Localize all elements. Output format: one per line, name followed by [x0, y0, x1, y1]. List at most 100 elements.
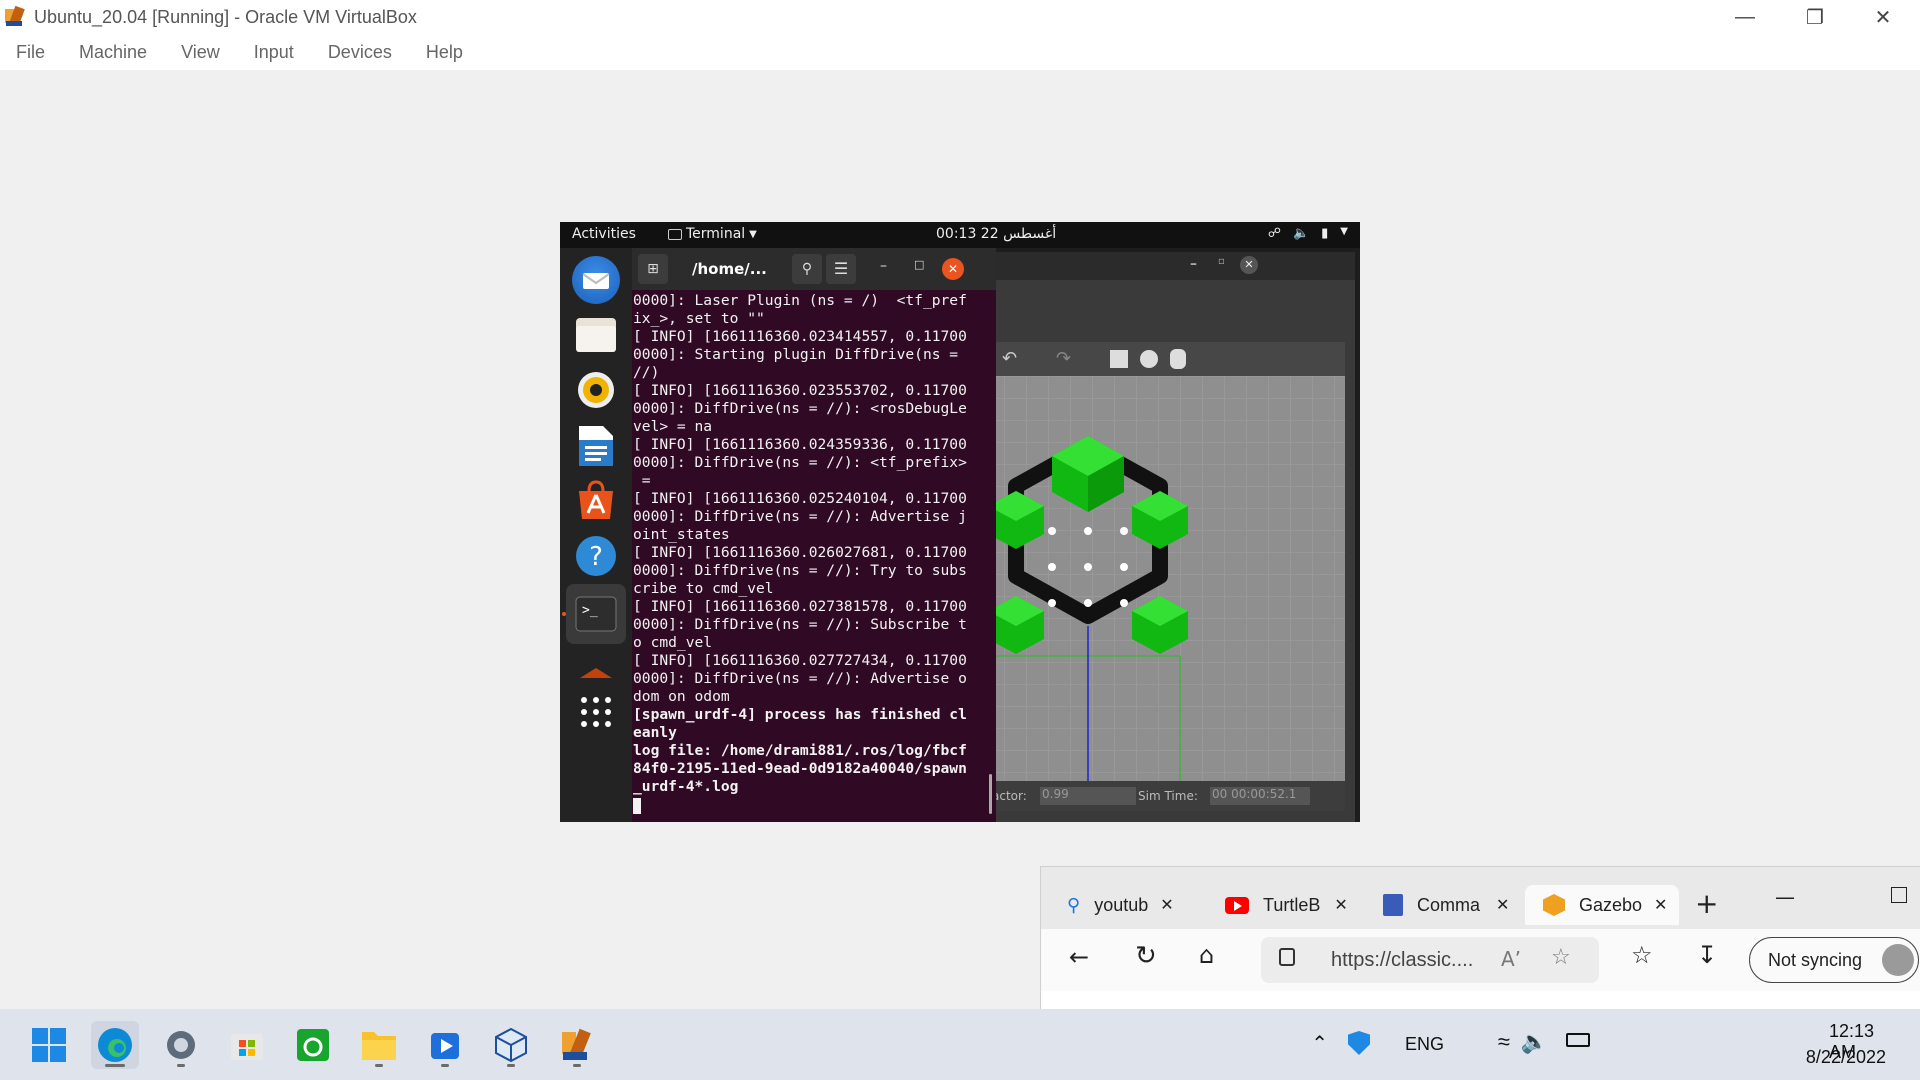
thunderbird-icon[interactable]: [572, 256, 620, 304]
read-aloud-icon[interactable]: A’: [1501, 947, 1521, 971]
tab-gazebo[interactable]: Gazebo ✕: [1525, 885, 1679, 925]
terminal-window[interactable]: ⊞ /home/... ⚲ ☰ – □ ✕ 0000]: Laser Plugi…: [632, 248, 996, 822]
media-player-icon[interactable]: [421, 1021, 469, 1069]
file-explorer-icon[interactable]: [355, 1021, 403, 1069]
terminal-line: [ INFO] [1661116360.025240104, 0.11700: [633, 490, 967, 507]
undo-icon[interactable]: ↶: [1002, 348, 1017, 369]
box-shape-icon[interactable]: [1110, 350, 1128, 368]
terminal-line: o cmd_vel: [633, 634, 713, 651]
gazebo-titlebar: ebo – ▫ ✕: [960, 252, 1355, 280]
menu-input[interactable]: Input: [254, 42, 294, 63]
close-tab-icon[interactable]: ✕: [1654, 895, 1667, 915]
edge-browser-window[interactable]: ⚲ youtub ✕ TurtleB ✕ Comma ✕ Gazebo ✕ + …: [1040, 866, 1920, 1011]
maximize-button[interactable]: □: [914, 258, 924, 271]
terminal-output[interactable]: 0000]: Laser Plugin (ns = /) <tf_pref ix_…: [632, 290, 984, 822]
libreoffice-writer-icon[interactable]: [572, 422, 620, 470]
menu-machine[interactable]: Machine: [79, 42, 147, 63]
vbox-titlebar: Ubuntu_20.04 [Running] - Oracle VM Virtu…: [0, 0, 1920, 34]
address-bar[interactable]: https://classic.... A’ ☆: [1261, 937, 1599, 983]
minimize-button[interactable]: –: [1190, 256, 1197, 272]
redo-icon[interactable]: ↷: [1056, 348, 1071, 369]
app-menu[interactable]: Terminal ▼: [668, 226, 757, 242]
clock-date[interactable]: 8/22/2022: [1806, 1047, 1886, 1068]
terminal-line: dom on odom: [633, 688, 730, 705]
minimize-button[interactable]: –: [880, 258, 887, 274]
url-text: https://classic....: [1331, 949, 1474, 971]
add-favorite-icon[interactable]: ☆: [1551, 945, 1571, 970]
close-tab-icon[interactable]: ✕: [1496, 895, 1509, 915]
back-button[interactable]: ←: [1069, 943, 1089, 971]
terminal-line: [ INFO] [1661116360.023414557, 0.11700: [633, 328, 967, 345]
minimize-button[interactable]: —: [1710, 0, 1780, 34]
close-tab-icon[interactable]: ✕: [1334, 895, 1347, 915]
youtube-icon: [1225, 896, 1249, 914]
show-applications-icon[interactable]: [572, 688, 620, 736]
sim-time-label: Sim Time:: [1138, 789, 1198, 803]
new-tab-button[interactable]: ⊞: [638, 254, 668, 284]
wifi-icon[interactable]: ≈: [1498, 1029, 1510, 1055]
close-button[interactable]: ✕: [942, 258, 964, 280]
edge-icon[interactable]: [91, 1021, 139, 1069]
settings-icon[interactable]: [157, 1021, 205, 1069]
rhythmbox-icon[interactable]: [572, 366, 620, 414]
sim-time-value: 00 00:00:52.1: [1210, 787, 1310, 805]
refresh-button[interactable]: ↻: [1135, 941, 1157, 971]
edge-page-content[interactable]: [1041, 991, 1920, 1011]
chevron-up-icon[interactable]: ⌃: [1311, 1031, 1328, 1056]
close-tab-icon[interactable]: ✕: [1160, 895, 1173, 915]
menu-devices[interactable]: Devices: [328, 42, 392, 63]
svg-text:>_: >_: [582, 603, 598, 618]
gazebo-window[interactable]: ebo – ▫ ✕ ↶ ↷: [960, 252, 1355, 822]
sync-profile-button[interactable]: Not syncing: [1749, 937, 1919, 983]
terminal-line: [ INFO] [1661116360.027381578, 0.11700: [633, 598, 967, 615]
files-icon[interactable]: [572, 310, 620, 358]
gazebo-scene: [960, 376, 1345, 781]
clock[interactable]: 00:13 22 أغسطس: [936, 226, 1056, 242]
guest-screen[interactable]: Activities Terminal ▼ 00:13 22 أغسطس ☍ 🔈…: [560, 222, 1360, 822]
security-shield-icon[interactable]: [1348, 1031, 1370, 1055]
virtualbox-icon[interactable]: [487, 1021, 535, 1069]
tab-commands[interactable]: Comma ✕: [1383, 885, 1533, 925]
terminal-line: 84f0-2195-11ed-9ead-0d9182a40040/spawn: [633, 760, 967, 777]
home-button[interactable]: ⌂: [1199, 941, 1214, 969]
new-tab-button[interactable]: +: [1695, 887, 1718, 920]
search-button[interactable]: ⚲: [792, 254, 822, 284]
terminal-scrollbar[interactable]: [989, 774, 992, 814]
maximize-button[interactable]: ▫: [1218, 256, 1225, 267]
tab-label: TurtleB: [1263, 894, 1321, 915]
language-indicator[interactable]: ENG: [1405, 1034, 1444, 1055]
system-tray[interactable]: ☍ 🔈 ▮ ▼: [1268, 226, 1348, 241]
battery-icon[interactable]: [1566, 1033, 1590, 1047]
menu-help[interactable]: Help: [426, 42, 463, 63]
hamburger-menu-button[interactable]: ☰: [826, 254, 856, 284]
app-menu-label: Terminal: [686, 226, 746, 242]
terminal-small-icon: [668, 228, 682, 240]
activities-button[interactable]: Activities: [572, 226, 636, 242]
gazebo-3d-viewport[interactable]: [960, 376, 1345, 781]
terminal-cursor: [633, 798, 641, 814]
menu-file[interactable]: File: [16, 42, 45, 63]
close-button[interactable]: ✕: [1240, 256, 1258, 274]
maximize-button[interactable]: [1891, 887, 1907, 903]
downloads-icon[interactable]: ↧: [1697, 941, 1717, 969]
tab-turtlebot[interactable]: TurtleB ✕: [1225, 885, 1373, 925]
help-icon[interactable]: ?: [572, 532, 620, 580]
game-bar-icon[interactable]: [289, 1021, 337, 1069]
volume-icon[interactable]: 🔈: [1521, 1029, 1548, 1055]
favorites-icon[interactable]: ☆: [1631, 941, 1653, 969]
menu-view[interactable]: View: [181, 42, 220, 63]
tab-youtube-search[interactable]: ⚲ youtub ✕: [1067, 885, 1215, 925]
minimize-button[interactable]: —: [1775, 885, 1795, 909]
terminal-line: 0000]: DiffDrive(ns = //): <rosDebugLe: [633, 400, 967, 417]
virtualbox-vm-icon[interactable]: [553, 1021, 601, 1069]
close-button[interactable]: ✕: [1848, 0, 1918, 34]
microsoft-store-icon[interactable]: [223, 1021, 271, 1069]
restore-button[interactable]: ❐: [1780, 0, 1850, 34]
software-store-icon[interactable]: [572, 476, 620, 524]
cylinder-shape-icon[interactable]: [1170, 349, 1186, 369]
sphere-shape-icon[interactable]: [1140, 350, 1158, 368]
ubuntu-dock: ? >_: [560, 248, 632, 822]
terminal-icon[interactable]: >_: [566, 584, 626, 644]
ubuntu-apps-icon[interactable]: [572, 646, 620, 694]
windows-start-icon[interactable]: [25, 1021, 73, 1069]
